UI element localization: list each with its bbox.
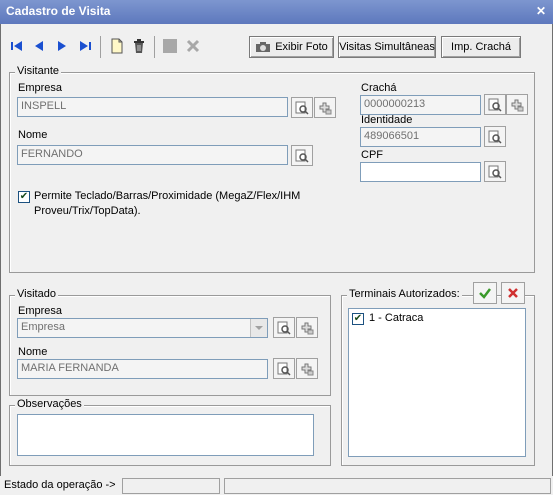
imp-cracha-button[interactable]: Imp. Crachá bbox=[441, 36, 521, 58]
status-panel-3 bbox=[224, 478, 551, 494]
permite-checkbox[interactable]: ✔ bbox=[18, 191, 30, 203]
permite-label-line1: Permite Teclado/Barras/Proximidade (Mega… bbox=[34, 190, 301, 202]
cpf-label: CPF bbox=[361, 149, 383, 161]
first-record-icon[interactable] bbox=[9, 38, 25, 54]
visitante-empresa-search-button[interactable] bbox=[291, 97, 313, 118]
check-icon bbox=[479, 288, 491, 299]
visitas-simultaneas-label: Visitas Simultâneas bbox=[339, 41, 435, 53]
toolbar-divider bbox=[154, 36, 155, 58]
new-document-icon[interactable] bbox=[109, 38, 125, 54]
visitado-legend: Visitado bbox=[15, 288, 58, 300]
cancel-icon[interactable] bbox=[185, 38, 201, 54]
identidade-label: Identidade bbox=[361, 114, 413, 126]
window-title: Cadastro de Visita bbox=[6, 4, 111, 18]
visitado-empresa-select[interactable]: Empresa bbox=[17, 318, 268, 338]
terminais-list: ✔ 1 - Catraca bbox=[348, 308, 526, 457]
visitado-nome-search-button[interactable] bbox=[273, 358, 295, 379]
status-bar: Estado da operação -> bbox=[0, 476, 553, 495]
terminal-checkbox[interactable]: ✔ bbox=[352, 313, 364, 325]
camera-icon bbox=[256, 42, 271, 52]
visitante-empresa-field[interactable]: INSPELL bbox=[17, 97, 288, 117]
visitante-nome-label: Nome bbox=[18, 129, 48, 141]
visitado-empresa-value: Empresa bbox=[21, 321, 66, 333]
save-icon[interactable] bbox=[162, 38, 178, 54]
cracha-field[interactable]: 0000000213 bbox=[360, 95, 481, 115]
observacoes-textarea[interactable] bbox=[17, 414, 314, 456]
visitado-empresa-add-button[interactable] bbox=[296, 317, 318, 338]
exibir-foto-label: Exibir Foto bbox=[275, 41, 328, 53]
terminais-legend: Terminais Autorizados: bbox=[347, 288, 462, 300]
close-icon bbox=[508, 288, 518, 298]
cpf-search-button[interactable] bbox=[484, 161, 506, 182]
terminais-confirm-button[interactable] bbox=[473, 282, 497, 304]
identidade-field[interactable]: 489066501 bbox=[360, 127, 481, 147]
add-icon bbox=[511, 99, 524, 111]
cracha-search-button[interactable] bbox=[484, 94, 506, 115]
next-record-icon[interactable] bbox=[54, 38, 70, 54]
identidade-search-button[interactable] bbox=[484, 126, 506, 147]
search-icon bbox=[488, 98, 502, 112]
visitado-empresa-search-button[interactable] bbox=[273, 317, 295, 338]
last-record-icon[interactable] bbox=[77, 38, 93, 54]
search-icon bbox=[488, 165, 502, 179]
visitado-nome-label: Nome bbox=[18, 346, 48, 358]
permite-label-line2: Proveu/Trix/TopData). bbox=[34, 205, 141, 217]
close-icon[interactable]: ✕ bbox=[535, 5, 547, 17]
visitante-empresa-add-button[interactable] bbox=[314, 97, 336, 118]
imp-cracha-label: Imp. Crachá bbox=[451, 41, 511, 53]
search-icon bbox=[295, 101, 309, 115]
search-icon bbox=[277, 321, 291, 335]
visitante-nome-field[interactable]: FERNANDO bbox=[17, 145, 288, 165]
add-icon bbox=[301, 363, 314, 375]
exibir-foto-button[interactable]: Exibir Foto bbox=[249, 36, 334, 58]
search-icon bbox=[277, 362, 291, 376]
trash-icon[interactable] bbox=[131, 38, 147, 54]
toolbar-divider bbox=[100, 36, 101, 58]
add-icon bbox=[319, 102, 332, 114]
cracha-label: Crachá bbox=[361, 82, 397, 94]
title-bar: Cadastro de Visita ✕ bbox=[0, 0, 553, 24]
search-icon bbox=[295, 149, 309, 163]
status-label: Estado da operação -> bbox=[4, 479, 116, 491]
terminal-label: 1 - Catraca bbox=[369, 312, 424, 324]
visitado-nome-field[interactable]: MARIA FERNANDA bbox=[17, 359, 268, 379]
add-icon bbox=[301, 322, 314, 334]
chevron-down-icon[interactable] bbox=[250, 319, 267, 337]
status-panel-2 bbox=[122, 478, 220, 494]
prev-record-icon[interactable] bbox=[31, 38, 47, 54]
visitado-nome-add-button[interactable] bbox=[296, 358, 318, 379]
visitas-simultaneas-button[interactable]: Visitas Simultâneas bbox=[338, 36, 436, 58]
visitante-empresa-label: Empresa bbox=[18, 82, 63, 94]
search-icon bbox=[488, 130, 502, 144]
visitante-nome-search-button[interactable] bbox=[291, 145, 313, 166]
visitante-legend: Visitante bbox=[15, 65, 61, 77]
visitado-empresa-label: Empresa bbox=[18, 305, 63, 317]
terminais-remove-button[interactable] bbox=[501, 282, 525, 304]
observacoes-legend: Observações bbox=[15, 398, 84, 410]
cracha-add-button[interactable] bbox=[506, 94, 528, 115]
cpf-field[interactable] bbox=[360, 162, 481, 182]
